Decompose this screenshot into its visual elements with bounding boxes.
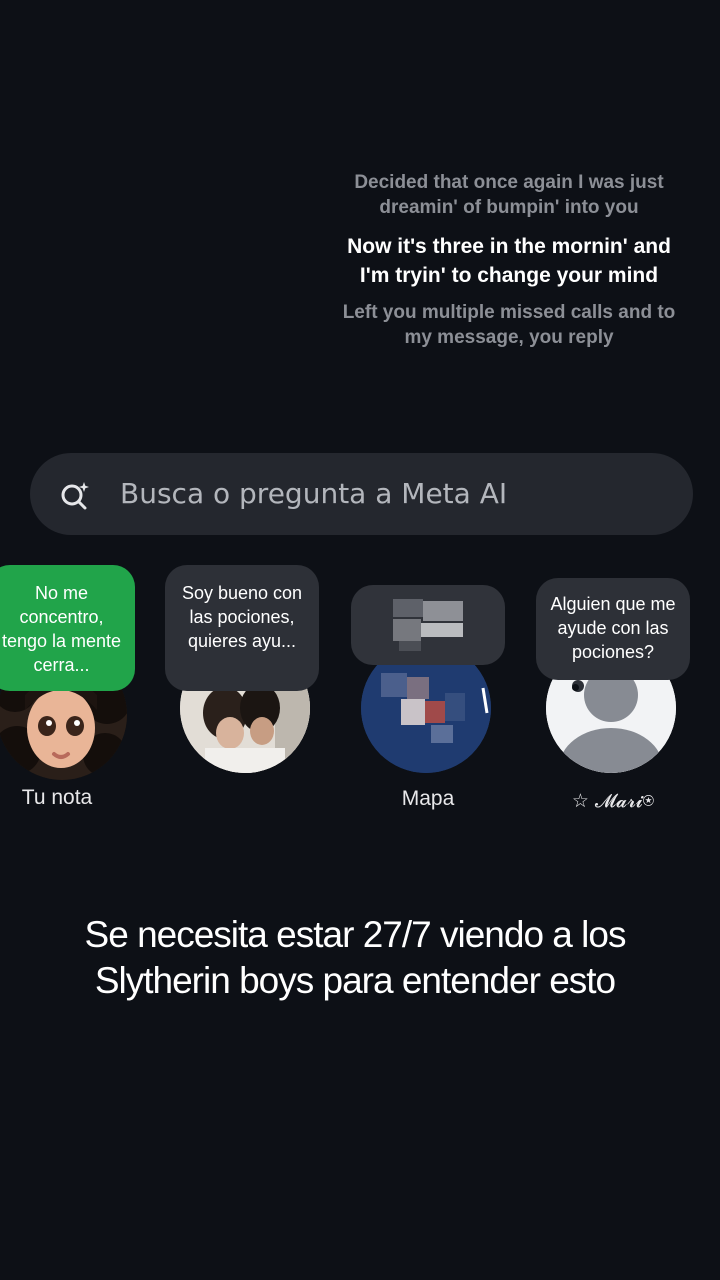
note-bubble[interactable]: Alguien que me ayude con las pociones? bbox=[536, 578, 690, 680]
lyrics-panel: Decided that once again I was just dream… bbox=[340, 170, 678, 350]
note-text: Alguien que me ayude con las pociones? bbox=[550, 594, 676, 662]
search-bar[interactable]: Busca o pregunta a Meta AI bbox=[30, 453, 693, 535]
note-owner-name: Tu nota bbox=[21, 786, 93, 809]
note-text: Soy bueno con las pociones, quieres ayu.… bbox=[181, 583, 303, 651]
note-text: No me concentro, tengo la mente cerra... bbox=[1, 583, 122, 675]
note-bubble[interactable]: Soy bueno con las pociones, quieres ayu.… bbox=[165, 565, 319, 691]
video-caption: Se necesita estar 27/7 viendo a los Slyt… bbox=[84, 914, 627, 1001]
note-bubble[interactable]: No me concentro, tengo la mente cerra... bbox=[0, 565, 135, 691]
bubble-tail-dot bbox=[572, 684, 579, 691]
meta-ai-search-icon bbox=[60, 480, 92, 510]
lyric-current: Now it's three in the mornin' and I'm tr… bbox=[347, 235, 671, 287]
note-bubble[interactable] bbox=[351, 585, 505, 665]
note-owner-name: Mapa bbox=[401, 787, 455, 810]
map-preview-icon bbox=[393, 599, 463, 651]
note-owner-name: ☆ 𝓜𝓪𝓻𝓲⍟ bbox=[571, 790, 655, 812]
lyric-next: Left you multiple missed calls and to my… bbox=[342, 302, 676, 348]
lyric-previous: Decided that once again I was just dream… bbox=[354, 172, 664, 218]
search-input[interactable]: Busca o pregunta a Meta AI bbox=[120, 477, 507, 510]
